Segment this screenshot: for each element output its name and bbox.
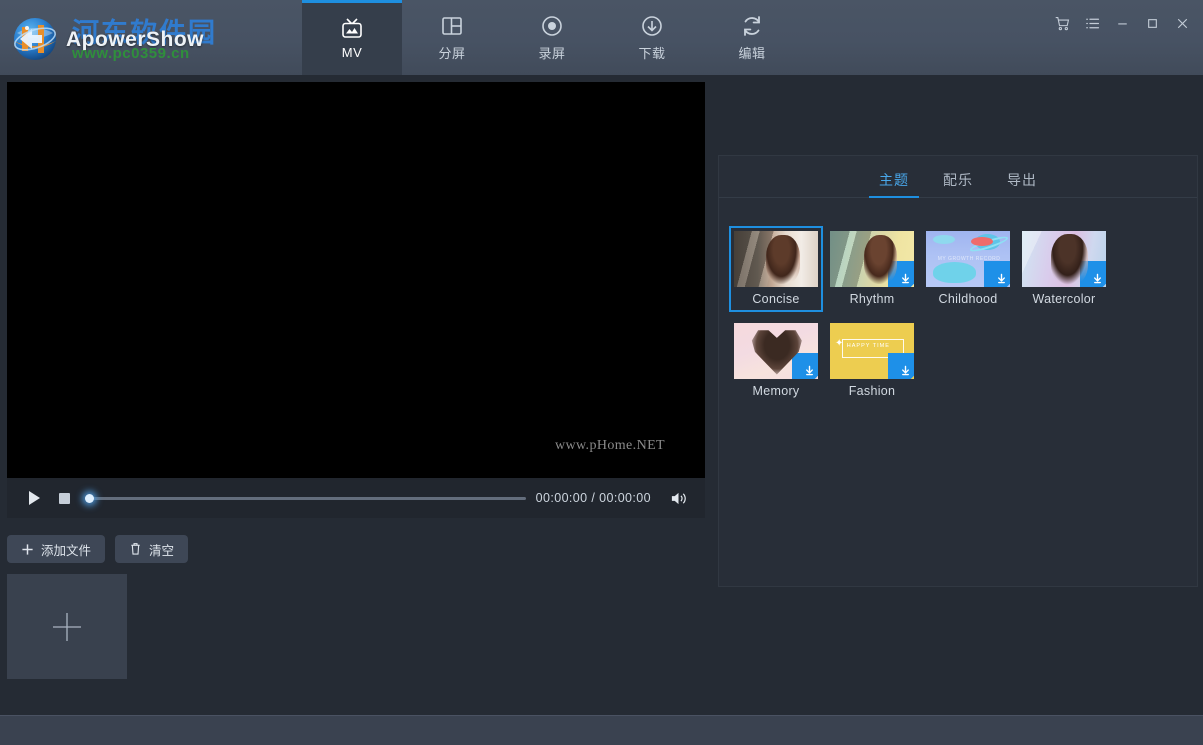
tv-icon xyxy=(339,15,365,41)
file-toolbar: 添加文件 清空 xyxy=(7,518,705,570)
theme-caption: HAPPY TIME xyxy=(846,343,890,350)
download-badge-icon[interactable] xyxy=(1080,261,1106,287)
seek-handle[interactable] xyxy=(85,493,94,503)
stop-button[interactable] xyxy=(49,483,79,513)
tab-mv[interactable]: MV xyxy=(302,0,402,75)
seek-track xyxy=(85,496,526,500)
main-tab-bar: MV 分屏 录屏 下载 编辑 xyxy=(302,0,802,75)
theme-item-fashion[interactable]: ✦ HAPPY TIME Fashion xyxy=(825,318,919,404)
theme-label: Watercolor xyxy=(1032,292,1096,306)
record-icon xyxy=(540,13,564,39)
seek-slider[interactable] xyxy=(85,483,526,513)
title-bar: 河东软件园 ApowerShow www.pc0359.cn MV 分屏 录屏 … xyxy=(0,0,1203,75)
download-badge-icon[interactable] xyxy=(792,353,818,379)
window-controls xyxy=(1047,0,1203,40)
apowershow-window: 河东软件园 ApowerShow www.pc0359.cn MV 分屏 录屏 … xyxy=(0,0,1203,745)
theme-thumbnail xyxy=(830,231,914,287)
cloud-icon xyxy=(932,235,955,245)
cart-icon[interactable] xyxy=(1047,10,1077,36)
add-file-button[interactable]: 添加文件 xyxy=(7,535,106,563)
clear-button[interactable]: 清空 xyxy=(115,535,189,563)
theme-label: Fashion xyxy=(848,384,896,398)
split-screen-icon xyxy=(440,13,464,39)
theme-label: Rhythm xyxy=(849,292,895,306)
tab-edit[interactable]: 编辑 xyxy=(702,0,802,75)
theme-thumbnail xyxy=(734,323,818,379)
theme-thumbnail xyxy=(1022,231,1106,287)
download-icon xyxy=(640,13,664,39)
refresh-edit-icon xyxy=(740,13,764,39)
download-badge-icon[interactable] xyxy=(888,261,914,287)
theme-label: Childhood xyxy=(938,292,998,306)
tab-edit-label: 编辑 xyxy=(738,46,766,61)
theme-thumbnail xyxy=(734,231,818,287)
maximize-icon[interactable] xyxy=(1137,10,1167,36)
tab-music[interactable]: 配乐 xyxy=(943,170,973,197)
tab-download-label: 下载 xyxy=(638,46,666,61)
red-dot-icon xyxy=(971,236,994,246)
tab-split-screen[interactable]: 分屏 xyxy=(402,0,502,75)
clear-label: 清空 xyxy=(149,543,175,558)
tab-record-screen-label: 录屏 xyxy=(538,46,566,61)
close-icon[interactable] xyxy=(1167,10,1197,36)
volume-icon[interactable] xyxy=(663,483,693,513)
menu-list-icon[interactable] xyxy=(1077,10,1107,36)
add-media-cell[interactable] xyxy=(7,574,127,679)
theme-thumbnail: ✦ HAPPY TIME xyxy=(830,323,914,379)
trash-icon xyxy=(129,542,142,556)
app-logo-icon xyxy=(8,11,62,65)
preview-watermark: www.pHome.NET xyxy=(554,438,665,453)
main-body: www.pHome.NET 00:00:00 / 00:00:00 添加文件 清… xyxy=(0,75,1203,745)
theme-item-childhood[interactable]: MY GROWTH RECORD Childhood xyxy=(921,226,1015,312)
tab-download[interactable]: 下载 xyxy=(602,0,702,75)
status-bar xyxy=(0,715,1203,745)
theme-label: Memory xyxy=(752,384,800,398)
video-preview[interactable]: www.pHome.NET xyxy=(7,82,705,478)
time-display: 00:00:00 / 00:00:00 xyxy=(535,491,651,505)
tab-mv-label: MV xyxy=(341,45,363,60)
tab-theme[interactable]: 主题 xyxy=(869,170,919,198)
theme-grid: Concise Rhythm MY GROWTH RECORD Childhoo… xyxy=(719,198,1197,586)
theme-item-memory[interactable]: Memory xyxy=(729,318,823,404)
tab-split-screen-label: 分屏 xyxy=(438,46,466,61)
theme-item-rhythm[interactable]: Rhythm xyxy=(825,226,919,312)
play-button[interactable] xyxy=(19,483,49,513)
plus-icon xyxy=(21,543,34,556)
download-badge-icon[interactable] xyxy=(888,353,914,379)
download-badge-icon[interactable] xyxy=(984,261,1010,287)
theme-item-concise[interactable]: Concise xyxy=(729,226,823,312)
tab-record-screen[interactable]: 录屏 xyxy=(502,0,602,75)
panel-tab-bar: 主题 配乐 导出 xyxy=(719,156,1197,198)
theme-thumbnail: MY GROWTH RECORD xyxy=(926,231,1010,287)
site-watermark-url: www.pc0359.cn xyxy=(72,44,190,62)
minimize-icon[interactable] xyxy=(1107,10,1137,36)
theme-panel: 主题 配乐 导出 Concise Rhythm MY GROWTH RECORD… xyxy=(718,155,1198,587)
theme-label: Concise xyxy=(752,292,800,306)
media-tray xyxy=(7,574,1190,714)
plus-icon xyxy=(49,609,85,645)
playback-bar: 00:00:00 / 00:00:00 xyxy=(7,478,705,518)
left-column: www.pHome.NET 00:00:00 / 00:00:00 添加文件 清… xyxy=(0,75,712,745)
add-file-label: 添加文件 xyxy=(41,543,92,558)
cloud-icon xyxy=(932,262,977,283)
tab-export[interactable]: 导出 xyxy=(1007,170,1037,197)
brand-area: 河东软件园 ApowerShow www.pc0359.cn xyxy=(0,0,300,75)
theme-item-watercolor[interactable]: Watercolor xyxy=(1017,226,1111,312)
